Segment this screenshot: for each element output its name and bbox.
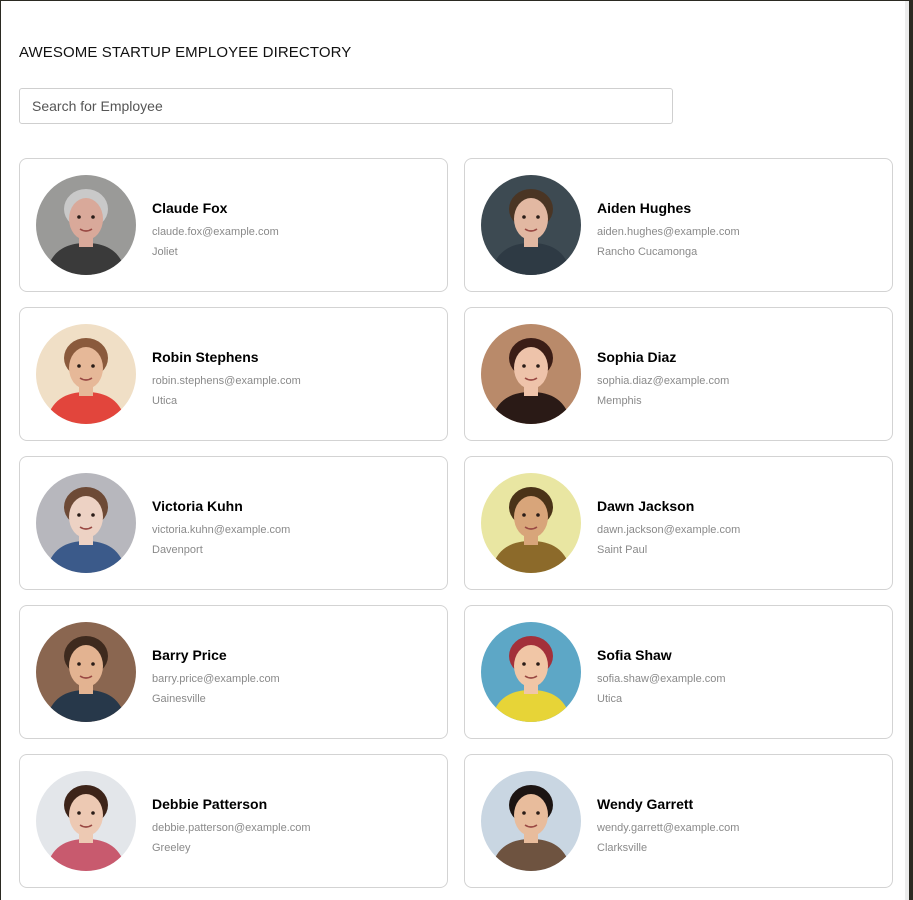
employee-city: Utica (152, 395, 178, 407)
avatar-portrait (36, 175, 136, 275)
avatar (36, 175, 136, 275)
page-title: AWESOME STARTUP EMPLOYEE DIRECTORY (19, 44, 352, 61)
employee-name: Victoria Kuhn (152, 498, 243, 514)
employee-card[interactable]: Sofia Shaw sofia.shaw@example.com Utica (464, 605, 893, 739)
avatar-portrait (481, 324, 581, 424)
employee-name: Barry Price (152, 647, 227, 663)
employee-card[interactable]: Sophia Diaz sophia.diaz@example.com Memp… (464, 307, 893, 441)
employee-email: dawn.jackson@example.com (597, 524, 741, 536)
avatar-portrait (36, 771, 136, 871)
employee-city: Greeley (152, 842, 191, 854)
employee-card[interactable]: Dawn Jackson dawn.jackson@example.com Sa… (464, 456, 893, 590)
employee-email: debbie.patterson@example.com (152, 822, 311, 834)
avatar-portrait (36, 473, 136, 573)
employee-name: Robin Stephens (152, 349, 259, 365)
employee-email: aiden.hughes@example.com (597, 226, 740, 238)
avatar (36, 771, 136, 871)
employee-name: Wendy Garrett (597, 796, 694, 812)
employee-city: Memphis (597, 395, 642, 407)
employee-name: Aiden Hughes (597, 200, 692, 216)
employee-name: Dawn Jackson (597, 498, 695, 514)
employee-email: wendy.garrett@example.com (597, 822, 740, 834)
avatar (36, 473, 136, 573)
employee-card[interactable]: Aiden Hughes aiden.hughes@example.com Ra… (464, 158, 893, 292)
avatar-portrait (481, 473, 581, 573)
avatar (481, 473, 581, 573)
employee-city: Joliet (152, 246, 178, 258)
employee-email: sofia.shaw@example.com (597, 673, 726, 685)
employee-name: Sofia Shaw (597, 647, 672, 663)
employee-card[interactable]: Barry Price barry.price@example.com Gain… (19, 605, 448, 739)
avatar (36, 622, 136, 722)
employee-city: Utica (597, 693, 623, 705)
employee-card[interactable]: Wendy Garrett wendy.garrett@example.com … (464, 754, 893, 888)
employee-card[interactable]: Robin Stephens robin.stephens@example.co… (19, 307, 448, 441)
search-input[interactable] (19, 88, 673, 124)
employee-email: victoria.kuhn@example.com (152, 524, 291, 536)
employee-email: sophia.diaz@example.com (597, 375, 730, 387)
employee-name: Debbie Patterson (152, 796, 268, 812)
avatar (36, 324, 136, 424)
avatar (481, 175, 581, 275)
avatar-portrait (36, 324, 136, 424)
avatar-portrait (481, 175, 581, 275)
employee-name: Sophia Diaz (597, 349, 677, 365)
employee-card[interactable]: Victoria Kuhn victoria.kuhn@example.com … (19, 456, 448, 590)
employee-name: Claude Fox (152, 200, 228, 216)
avatar (481, 622, 581, 722)
scrollbar[interactable] (905, 1, 909, 900)
employee-email: robin.stephens@example.com (152, 375, 301, 387)
avatar-portrait (481, 771, 581, 871)
directory-window: AWESOME STARTUP EMPLOYEE DIRECTORY Claud… (1, 1, 909, 900)
employee-card[interactable]: Debbie Patterson debbie.patterson@exampl… (19, 754, 448, 888)
avatar-portrait (481, 622, 581, 722)
employee-city: Clarksville (597, 842, 648, 854)
employee-city: Rancho Cucamonga (597, 246, 698, 258)
employee-city: Davenport (152, 544, 203, 556)
avatar-portrait (36, 622, 136, 722)
employee-card[interactable]: Claude Fox claude.fox@example.com Joliet (19, 158, 448, 292)
employee-email: barry.price@example.com (152, 673, 280, 685)
avatar (481, 324, 581, 424)
employee-city: Gainesville (152, 693, 206, 705)
avatar (481, 771, 581, 871)
employee-city: Saint Paul (597, 544, 648, 556)
employee-email: claude.fox@example.com (152, 226, 279, 238)
